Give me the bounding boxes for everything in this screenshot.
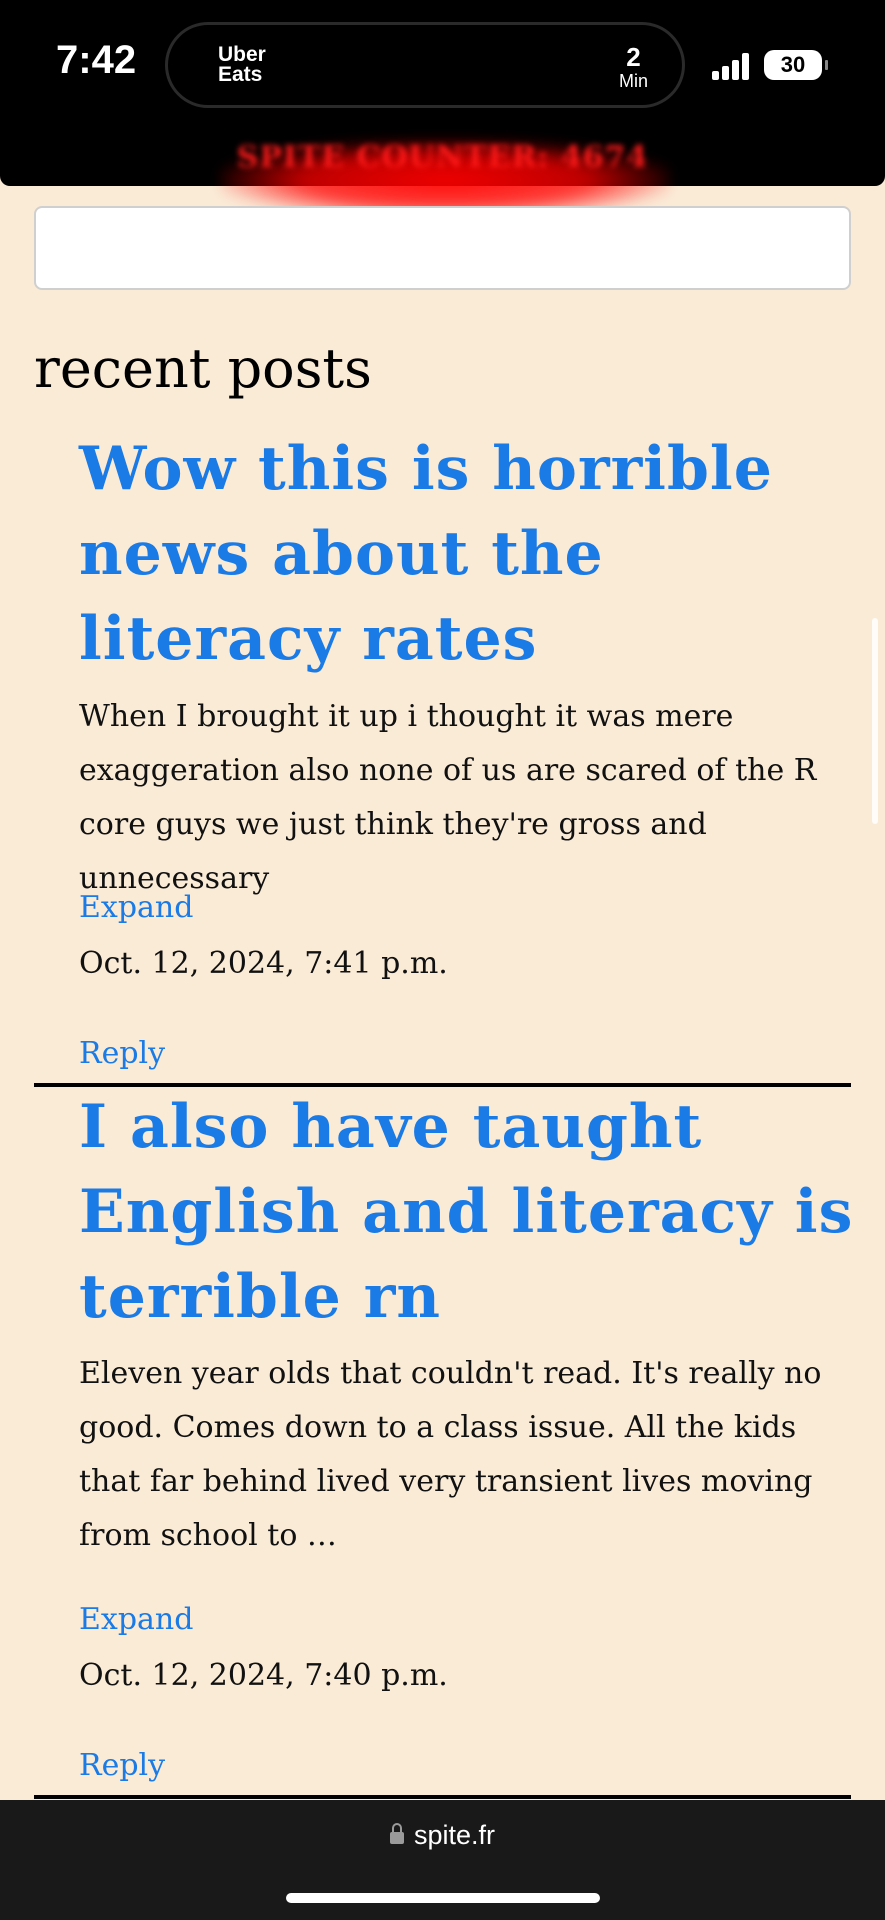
post-date: Oct. 12, 2024, 7:40 p.m. [79, 1658, 448, 1693]
post-title[interactable]: Wow this is horrible news about the lite… [79, 427, 859, 682]
home-indicator[interactable] [286, 1893, 600, 1903]
post-body: Eleven year olds that couldn't read. It'… [79, 1356, 822, 1553]
eta-unit: Min [618, 71, 648, 91]
address-bar[interactable]: spite.fr [0, 1820, 885, 1851]
reply-link[interactable]: Reply [79, 1036, 165, 1071]
battery-icon: 30 [764, 50, 828, 80]
cellular-signal-icon [712, 52, 752, 80]
status-bar: 7:42 Uber Eats 2 Min 30 [0, 0, 885, 132]
brand-line-2: Eats [218, 63, 263, 86]
reply-link[interactable]: Reply [79, 1748, 165, 1783]
delivery-eta: 2 Min [619, 43, 648, 91]
eta-value: 2 [626, 42, 641, 72]
brand-line-1: Uber [218, 43, 266, 66]
spite-counter-text: SPITE COUNTER: 4674 [236, 140, 649, 175]
page-scrollbar[interactable] [872, 618, 878, 824]
uber-eats-logo: Uber Eats [218, 43, 266, 86]
live-activity-island[interactable]: Uber Eats 2 Min [165, 22, 685, 108]
battery-level: 30 [780, 52, 806, 77]
status-time: 7:42 [56, 38, 137, 82]
post-title[interactable]: I also have taught English and literacy … [79, 1085, 859, 1340]
section-heading: recent posts [34, 337, 372, 400]
url-text: spite.fr [413, 1820, 496, 1850]
search-input[interactable] [34, 206, 851, 290]
post-divider [34, 1795, 851, 1799]
post-body: When I brought it up i thought it was me… [79, 699, 817, 896]
post-date: Oct. 12, 2024, 7:41 p.m. [79, 946, 448, 981]
expand-link[interactable]: Expand [79, 890, 193, 925]
lock-icon [389, 1823, 404, 1844]
expand-link[interactable]: Expand [79, 1602, 193, 1637]
